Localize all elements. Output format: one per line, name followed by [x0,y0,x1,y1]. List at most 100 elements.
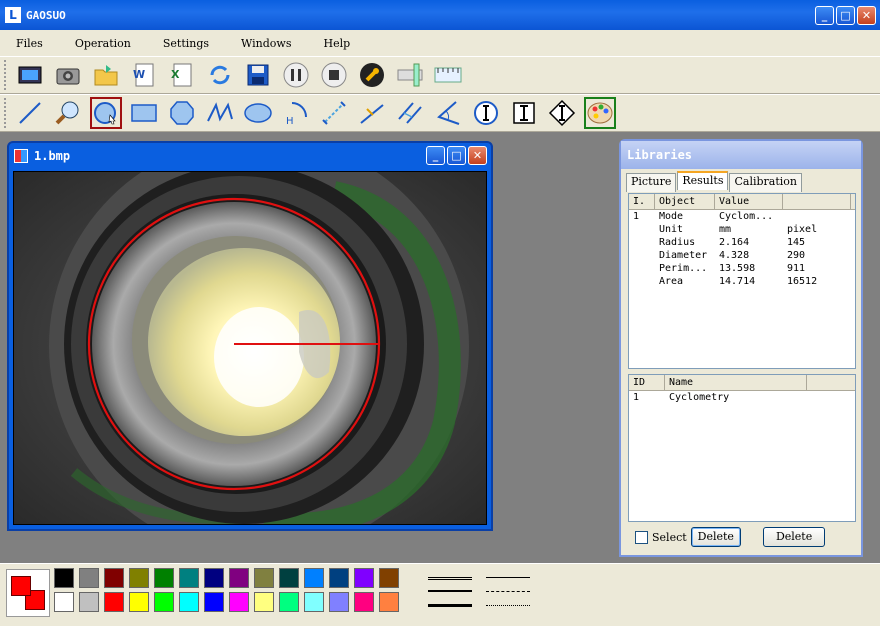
polyline-tool-button[interactable] [204,97,236,129]
result-row[interactable]: Radius 2.164 145 [629,236,855,249]
menu-help[interactable]: Help [318,37,357,50]
zoom-button[interactable] [52,97,84,129]
color-swatch[interactable] [179,568,199,588]
microscope-image[interactable] [14,172,487,525]
color-swatch[interactable] [279,592,299,612]
pause-button[interactable] [280,59,312,91]
select-checkbox[interactable] [635,530,648,544]
result-row[interactable]: Perim... 13.598 911 [629,262,855,275]
color-swatch[interactable] [54,568,74,588]
diamond-measure-button[interactable] [546,97,578,129]
line-width-3[interactable] [428,600,472,610]
col-name[interactable]: Name [665,375,807,390]
color-swatch[interactable] [204,568,224,588]
col-object[interactable]: Object [655,194,715,209]
menu-settings[interactable]: Settings [157,37,215,50]
object-row[interactable]: 1 Cyclometry [629,391,855,404]
color-swatch[interactable] [354,568,374,588]
open-button[interactable] [90,59,122,91]
tab-picture[interactable]: Picture [626,173,677,192]
circle-tool-button[interactable] [90,97,122,129]
results-list[interactable]: I. Object Value 1 Mode Cyclom... Unit mm pixe… [628,193,856,369]
color-swatch[interactable] [129,592,149,612]
toolbar-grip[interactable] [4,60,8,90]
color-swatch[interactable] [254,592,274,612]
excel-export-button[interactable]: X [166,59,198,91]
line-style-dotted[interactable] [486,600,530,610]
delete-button[interactable]: Delete [690,527,741,547]
ruler-vertical-button[interactable] [394,59,426,91]
menu-operation[interactable]: Operation [69,37,137,50]
video-button[interactable] [14,59,46,91]
tools-button[interactable] [356,59,388,91]
image-close-button[interactable]: ✕ [468,146,487,165]
word-export-button[interactable]: W [128,59,160,91]
color-swatch[interactable] [279,568,299,588]
color-swatch[interactable] [179,592,199,612]
color-swatch[interactable] [254,568,274,588]
tab-results[interactable]: Results [677,171,729,190]
menu-windows[interactable]: Windows [235,37,297,50]
color-swatch[interactable] [104,568,124,588]
ellipse-tool-button[interactable] [242,97,274,129]
refresh-button[interactable] [204,59,236,91]
color-swatch[interactable] [379,592,399,612]
polygon-tool-button[interactable] [166,97,198,129]
color-swatch[interactable] [79,568,99,588]
palette-button[interactable] [584,97,616,129]
color-swatch[interactable] [104,592,124,612]
image-canvas[interactable] [13,171,487,525]
line-tool-button[interactable] [14,97,46,129]
color-swatch[interactable] [154,568,174,588]
color-swatch[interactable] [304,568,324,588]
col-value[interactable]: Value [715,194,783,209]
delete-all-button[interactable]: Delete [762,527,826,547]
color-swatch[interactable] [204,592,224,612]
result-row[interactable]: Unit mm pixel [629,223,855,236]
color-swatch[interactable] [229,592,249,612]
color-swatch[interactable] [379,568,399,588]
angle-tool-button[interactable] [432,97,464,129]
color-swatch[interactable] [229,568,249,588]
color-swatch[interactable] [329,568,349,588]
stop-button[interactable] [318,59,350,91]
color-swatch[interactable] [129,568,149,588]
color-swatch[interactable] [304,592,324,612]
menu-files[interactable]: Files [10,37,49,50]
maximize-button[interactable]: □ [836,6,855,25]
rectangle-tool-button[interactable] [128,97,160,129]
minimize-button[interactable]: _ [815,6,834,25]
ruler-horizontal-button[interactable] [432,59,464,91]
line-width-1[interactable] [428,572,472,582]
foreground-color-swatch[interactable] [11,576,31,596]
color-swatch[interactable] [154,592,174,612]
col-id[interactable]: ID [629,375,665,390]
width-measure-button[interactable] [508,97,540,129]
distance-tool-button[interactable] [318,97,350,129]
close-button[interactable]: ✕ [857,6,876,25]
camera-button[interactable] [52,59,84,91]
parallel-tool-button[interactable] [394,97,426,129]
image-minimize-button[interactable]: _ [426,146,445,165]
col-index[interactable]: I. [629,194,655,209]
image-maximize-button[interactable]: □ [447,146,466,165]
color-swatch[interactable] [354,592,374,612]
line-style-dashed[interactable] [486,586,530,596]
tab-calibration[interactable]: Calibration [729,173,802,192]
col-extra[interactable] [783,194,851,209]
result-row[interactable]: Diameter 4.328 290 [629,249,855,262]
vertical-measure-button[interactable] [470,97,502,129]
color-swatch[interactable] [79,592,99,612]
line-style-solid[interactable] [486,572,530,582]
arc-tool-button[interactable]: H [280,97,312,129]
current-color-indicator[interactable] [6,569,50,617]
line-width-2[interactable] [428,586,472,596]
point-line-tool-button[interactable] [356,97,388,129]
result-row[interactable]: 1 Mode Cyclom... [629,210,855,223]
color-swatch[interactable] [329,592,349,612]
save-button[interactable] [242,59,274,91]
toolbar-grip[interactable] [4,98,8,128]
color-swatch[interactable] [54,592,74,612]
result-row[interactable]: Area 14.714 16512 [629,275,855,288]
objects-list[interactable]: ID Name 1 Cyclometry [628,374,856,522]
